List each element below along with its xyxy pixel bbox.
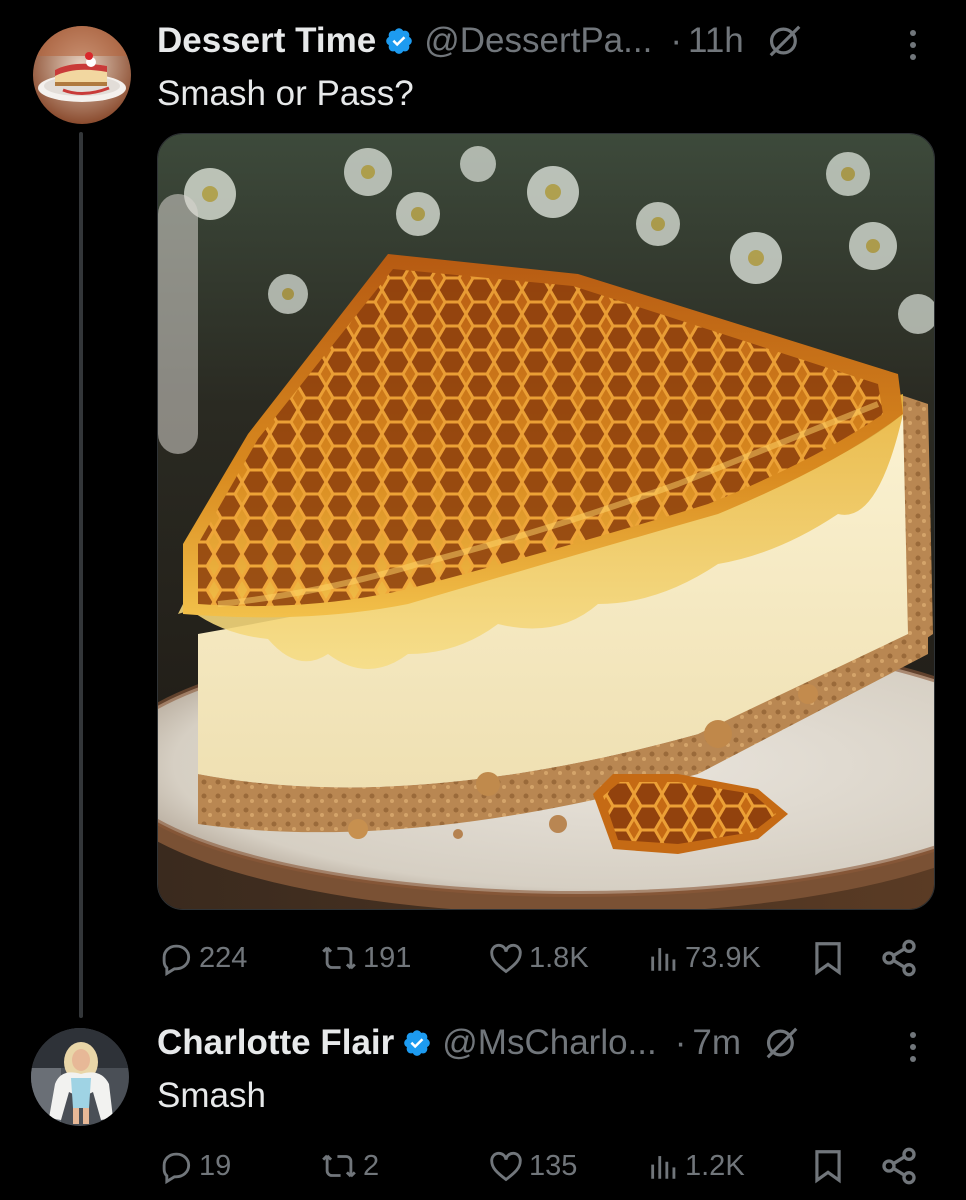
author-handle[interactable]: @MsCharlo... <box>442 1023 656 1063</box>
views-button[interactable]: 1.2K <box>647 1144 745 1188</box>
heart-icon <box>490 1151 522 1182</box>
verified-badge-icon <box>384 26 414 56</box>
author-handle[interactable]: @DessertPa... <box>424 21 652 61</box>
separator-dot: · <box>670 21 682 60</box>
bookmark-button[interactable] <box>809 1144 847 1188</box>
share-icon <box>882 1147 916 1185</box>
reply-button[interactable]: 19 <box>157 1144 231 1188</box>
share-icon <box>882 939 916 977</box>
views-icon <box>651 948 676 971</box>
separator-dot: · <box>674 1023 687 1062</box>
more-options-icon[interactable] <box>903 1032 923 1062</box>
repost-count: 2 <box>363 1149 380 1182</box>
views-icon <box>651 1156 676 1179</box>
timestamp[interactable]: 11h <box>688 21 744 61</box>
share-button[interactable] <box>879 936 919 980</box>
reply-icon <box>162 1152 191 1185</box>
charlotte-flair-avatar[interactable] <box>31 1028 129 1126</box>
repost-button[interactable]: 191 <box>319 936 411 980</box>
bookmark-icon <box>815 1150 841 1184</box>
tweet-header: Charlotte Flair @MsCharlo... · 7m <box>157 1022 801 1064</box>
tweet-text: Smash <box>157 1076 266 1115</box>
grok-icon[interactable] <box>763 1024 801 1062</box>
honeycomb-cheesecake-photo[interactable] <box>157 133 935 910</box>
like-button[interactable]: 135 <box>487 1144 577 1188</box>
tweet-header: Dessert Time @DessertPa... · 11h <box>157 20 804 62</box>
reply-count: 224 <box>199 941 248 974</box>
repost-icon <box>322 946 356 970</box>
like-button[interactable]: 1.8K <box>487 936 589 980</box>
like-count: 1.8K <box>529 941 589 974</box>
dessert-time-avatar[interactable] <box>33 26 131 124</box>
views-count: 1.2K <box>685 1149 745 1182</box>
bookmark-button[interactable] <box>809 936 847 980</box>
repost-icon <box>322 1154 356 1178</box>
views-button[interactable]: 73.9K <box>647 936 761 980</box>
tweet-text: Smash or Pass? <box>157 74 414 113</box>
author-name[interactable]: Charlotte Flair <box>157 1023 394 1063</box>
grok-icon[interactable] <box>766 22 804 60</box>
tweet-actions: 19 2 135 1.2K <box>157 1144 935 1188</box>
tweet-actions: 224 191 1.8K 73.9K <box>157 936 935 980</box>
views-count: 73.9K <box>685 941 761 974</box>
timestamp[interactable]: 7m <box>692 1023 741 1063</box>
verified-badge-icon <box>402 1028 432 1058</box>
cheesecake-image <box>158 134 934 909</box>
reply-count: 19 <box>199 1149 232 1182</box>
repost-count: 191 <box>363 941 412 974</box>
heart-icon <box>490 943 522 974</box>
cheesecake-avatar-icon <box>33 26 131 124</box>
author-name[interactable]: Dessert Time <box>157 21 376 61</box>
more-options-icon[interactable] <box>903 30 923 60</box>
repost-button[interactable]: 2 <box>319 1144 379 1188</box>
bookmark-icon <box>815 942 841 976</box>
person-avatar-icon <box>31 1028 129 1126</box>
share-button[interactable] <box>879 1144 919 1188</box>
reply-icon <box>162 944 191 977</box>
tweet-2[interactable]: Charlotte Flair @MsCharlo... · 7m Smash … <box>0 1000 966 1200</box>
tweet-1[interactable]: Dessert Time @DessertPa... · 11h Smash o… <box>0 0 966 1000</box>
reply-button[interactable]: 224 <box>157 936 247 980</box>
like-count: 135 <box>529 1149 578 1182</box>
